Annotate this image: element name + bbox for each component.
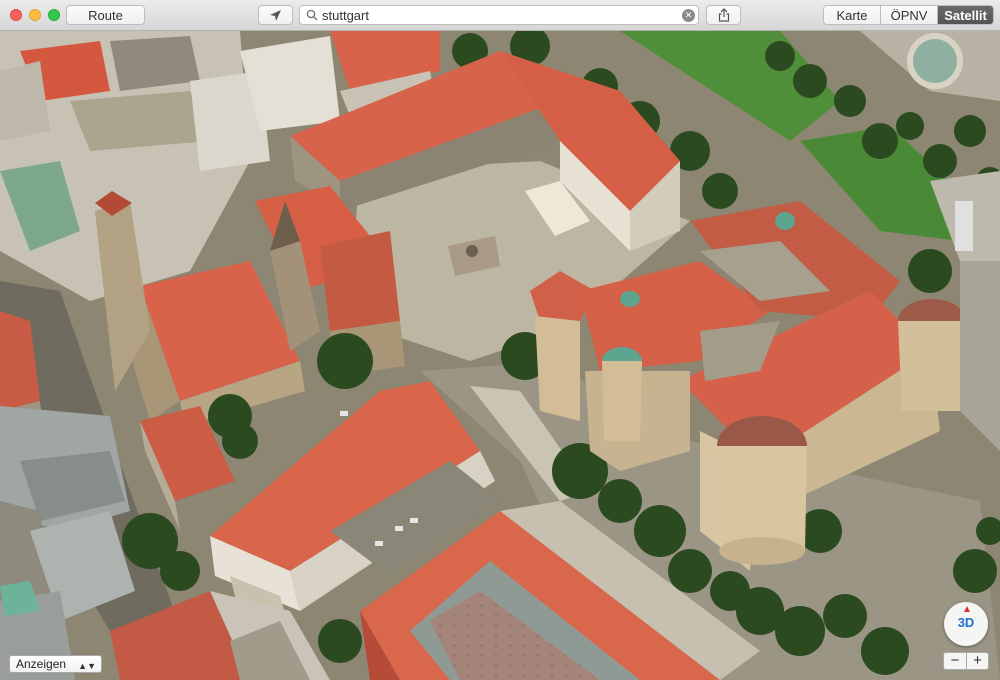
satellite-map-view[interactable]: Anzeigen ▲▼ 3D − + <box>0 31 1000 680</box>
search-field[interactable]: ✕ <box>299 5 699 25</box>
location-arrow-icon <box>270 9 281 21</box>
north-needle-icon <box>964 606 970 612</box>
clear-search-icon[interactable]: ✕ <box>682 9 695 22</box>
zoom-controls: − + <box>943 652 990 670</box>
share-icon <box>718 8 729 22</box>
current-location-button[interactable] <box>258 5 293 25</box>
view-mode-karte[interactable]: Karte <box>824 6 881 24</box>
compass-3d-button[interactable]: 3D <box>944 602 988 646</box>
satellite-imagery <box>0 31 1000 680</box>
view-mode-oepnv[interactable]: ÖPNV <box>881 6 938 24</box>
zoom-in-button[interactable]: + <box>966 652 989 670</box>
toolbar: Route ✕ Karte ÖPNV Satellit <box>0 0 1000 31</box>
route-button[interactable]: Route <box>66 5 145 25</box>
search-input[interactable] <box>322 7 672 23</box>
zoom-window-button[interactable] <box>48 9 60 21</box>
close-window-button[interactable] <box>10 9 22 21</box>
3d-label: 3D <box>957 615 975 630</box>
share-button[interactable] <box>706 5 741 25</box>
chevron-updown-icon: ▲▼ <box>78 661 96 671</box>
minimize-window-button[interactable] <box>29 9 41 21</box>
view-mode-satellit[interactable]: Satellit <box>938 6 993 24</box>
display-options-select[interactable]: Anzeigen ▲▼ <box>9 655 102 673</box>
zoom-out-button[interactable]: − <box>943 652 966 670</box>
search-icon <box>306 9 318 21</box>
display-options-value: Anzeigen <box>16 657 67 671</box>
map-view-segmented-control: Karte ÖPNV Satellit <box>823 5 994 25</box>
